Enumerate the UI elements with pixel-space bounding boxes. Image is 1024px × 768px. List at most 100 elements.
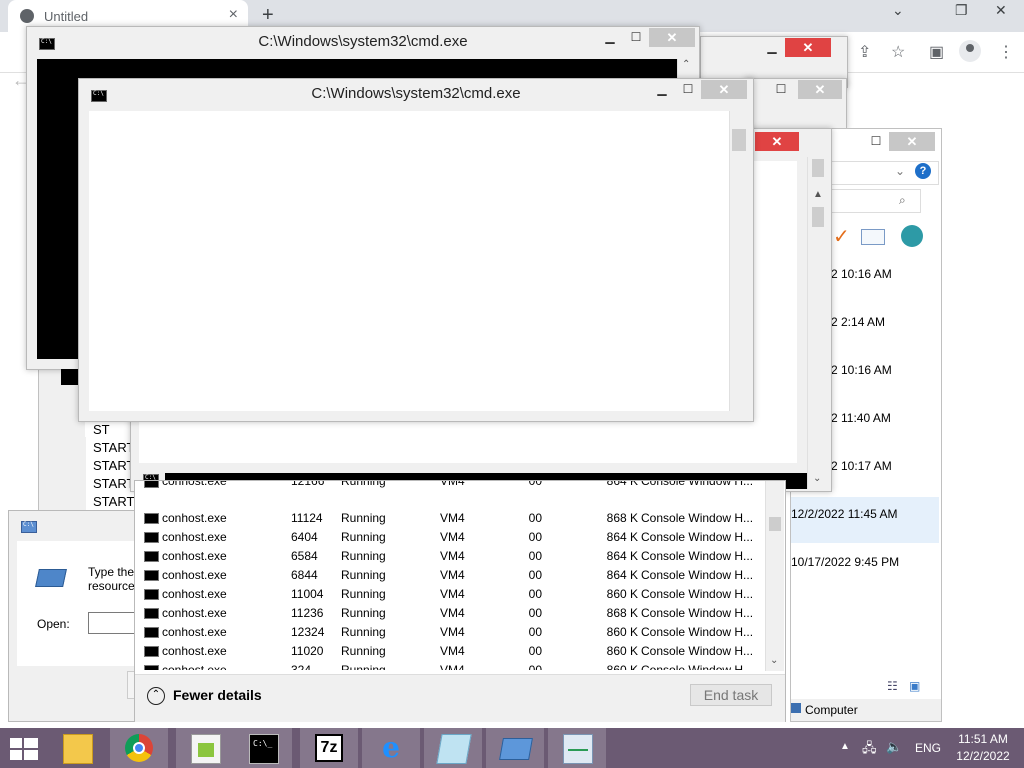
scroll-thumb[interactable] (812, 159, 824, 177)
minimize-icon[interactable]: ▁ (759, 38, 785, 57)
table-row[interactable]: conhost.exe 11124 Running VM4 00 868 K Console… (135, 508, 765, 527)
task-list-scrollbar[interactable]: ⌄ (765, 481, 784, 671)
maximize-button[interactable]: ☐ (623, 28, 649, 47)
network-icon[interactable]: 🖧 (862, 739, 877, 761)
table-row[interactable]: conhost.exe 11020 Running VM4 00 860 K Console… (135, 641, 765, 660)
process-description: Console Window H... (641, 568, 754, 582)
scroll-down-icon[interactable]: ⌄ (813, 473, 821, 484)
clock-date[interactable]: 12/2/2022 (950, 749, 1016, 763)
cmd-icon (144, 532, 159, 543)
scroll-up-icon[interactable]: ⌃ (682, 59, 690, 70)
process-cpu: 00 (528, 481, 542, 488)
taskbar-cmd[interactable]: C:\_ (234, 728, 292, 768)
background-window-b: ☐ ✕ (745, 78, 847, 130)
details-view-icon[interactable]: ☷ (887, 679, 898, 693)
close-button[interactable]: ✕ (889, 132, 935, 151)
process-status: Running (341, 511, 386, 525)
table-row[interactable]: conhost.exe 11236 Running VM4 00 868 K Console… (135, 603, 765, 622)
side-panel-icon[interactable]: ▣ (929, 42, 944, 62)
process-memory: 864 K (606, 481, 638, 488)
taskbar-task-manager[interactable] (548, 728, 606, 768)
computer-label: Computer (805, 703, 858, 717)
taskbar-internet-explorer[interactable]: e (362, 728, 420, 768)
clock-time[interactable]: 11:51 AM (950, 732, 1016, 746)
browser-restore-button[interactable]: ❐ (955, 2, 968, 19)
taskbar-notepad-plus-plus[interactable] (176, 728, 234, 768)
taskbar-run[interactable] (486, 728, 544, 768)
taskbar-file-explorer[interactable] (48, 728, 106, 768)
browser-close-button[interactable]: ✕ (995, 2, 1007, 19)
volume-icon[interactable]: 🔈 (886, 739, 902, 755)
show-hidden-icons-icon[interactable]: ▲ (840, 741, 850, 752)
process-status: Running (341, 644, 386, 658)
scroll-thumb-2[interactable] (812, 207, 824, 227)
process-memory: 868 K (606, 606, 638, 620)
profile-avatar[interactable] (959, 40, 981, 62)
table-row[interactable]: conhost.exe 11004 Running VM4 00 860 K Console… (135, 584, 765, 603)
close-button[interactable]: ✕ (798, 80, 842, 99)
fewer-details-link[interactable]: Fewer details (173, 687, 262, 703)
scroll-thumb[interactable] (769, 517, 781, 531)
process-cpu: 00 (528, 511, 542, 525)
globe-icon (20, 9, 34, 23)
process-pid: 12166 (291, 481, 325, 488)
process-cpu: 00 (528, 606, 542, 620)
taskbar: C:\_ 7z e ▲ 🖧 🔈 ENG 11:51 AM 12/2/2022 (0, 728, 1024, 768)
bookmark-star-icon[interactable]: ☆ (891, 42, 905, 62)
task-manager-icon (563, 734, 593, 764)
checkmark-icon[interactable]: ✓ (833, 224, 850, 249)
start-button[interactable] (10, 738, 38, 760)
table-row[interactable]: conhost.exe 6584 Running VM4 00 864 K Console … (135, 546, 765, 565)
process-status: Running (341, 625, 386, 639)
taskbar-chrome[interactable] (110, 728, 168, 768)
chevron-down-icon[interactable]: ⌄ (895, 164, 905, 178)
process-pid: 324 (291, 663, 312, 670)
table-row[interactable]: conhost.exe 324 Running VM4 00 860 K Console W… (135, 660, 765, 670)
process-status: Running (341, 549, 386, 563)
process-cpu: 00 (528, 625, 542, 639)
minimize-button[interactable]: ▁ (649, 80, 675, 99)
chevron-up-icon[interactable]: ⌃ (147, 687, 165, 705)
scroll-up-icon[interactable]: ▲ (813, 189, 823, 200)
scroll-thumb[interactable] (732, 129, 746, 151)
close-button[interactable]: ✕ (755, 132, 799, 151)
table-row[interactable]: conhost.exe 6404 Running VM4 00 864 K Console … (135, 527, 765, 546)
maximize-icon[interactable]: ☐ (863, 132, 889, 151)
close-button[interactable]: ✕ (785, 38, 831, 57)
more-menu-icon[interactable]: ⋮ (998, 42, 1014, 62)
process-user: VM4 (440, 568, 465, 582)
tab-close-button[interactable]: × (229, 6, 238, 24)
table-row[interactable]: conhost.exe 6844 Running VM4 00 864 K Console … (135, 565, 765, 584)
close-button[interactable]: ✕ (649, 28, 695, 47)
tab-title: Untitled (44, 9, 89, 24)
minimize-button[interactable]: ▁ (597, 28, 623, 47)
cmd-icon (144, 589, 159, 600)
taskbar-7zip[interactable]: 7z (300, 728, 358, 768)
new-tab-button[interactable]: + (262, 4, 274, 27)
scroll-down-icon[interactable]: ⌄ (770, 655, 778, 666)
help-icon[interactable]: ? (915, 163, 931, 179)
search-input[interactable] (831, 189, 921, 213)
table-row[interactable]: conhost.exe 12324 Running VM4 00 860 K Console… (135, 622, 765, 641)
search-icon[interactable]: ⌕ (899, 193, 906, 208)
process-pid: 6584 (291, 549, 318, 563)
vertical-scrollbar[interactable] (729, 111, 748, 411)
table-row[interactable]: conhost.exe 12166 Running VM4 00 864 K Console… (135, 481, 765, 491)
browser-tabsearch-button[interactable]: ⌄ (892, 2, 904, 19)
language-indicator[interactable]: ENG (915, 741, 941, 755)
taskbar-notepad[interactable] (424, 728, 482, 768)
close-button[interactable]: ✕ (701, 80, 747, 99)
process-pid: 11004 (291, 587, 324, 601)
end-task-button[interactable]: End task (690, 684, 772, 706)
tiles-view-icon[interactable]: ▣ (909, 679, 920, 693)
share-icon[interactable]: ⇪ (858, 42, 871, 62)
date-modified: 2 11:40 AM (831, 411, 891, 425)
console-scrollbar-edge (61, 369, 79, 385)
maximize-icon[interactable]: ☐ (768, 80, 794, 99)
email-icon[interactable] (861, 229, 885, 245)
cmd-icon (144, 481, 159, 488)
shell-icon[interactable] (901, 225, 923, 247)
process-description: Console Window H... (641, 549, 754, 563)
maximize-button[interactable]: ☐ (675, 80, 701, 99)
vertical-scrollbar[interactable]: ▲ ⌄ (807, 157, 828, 489)
